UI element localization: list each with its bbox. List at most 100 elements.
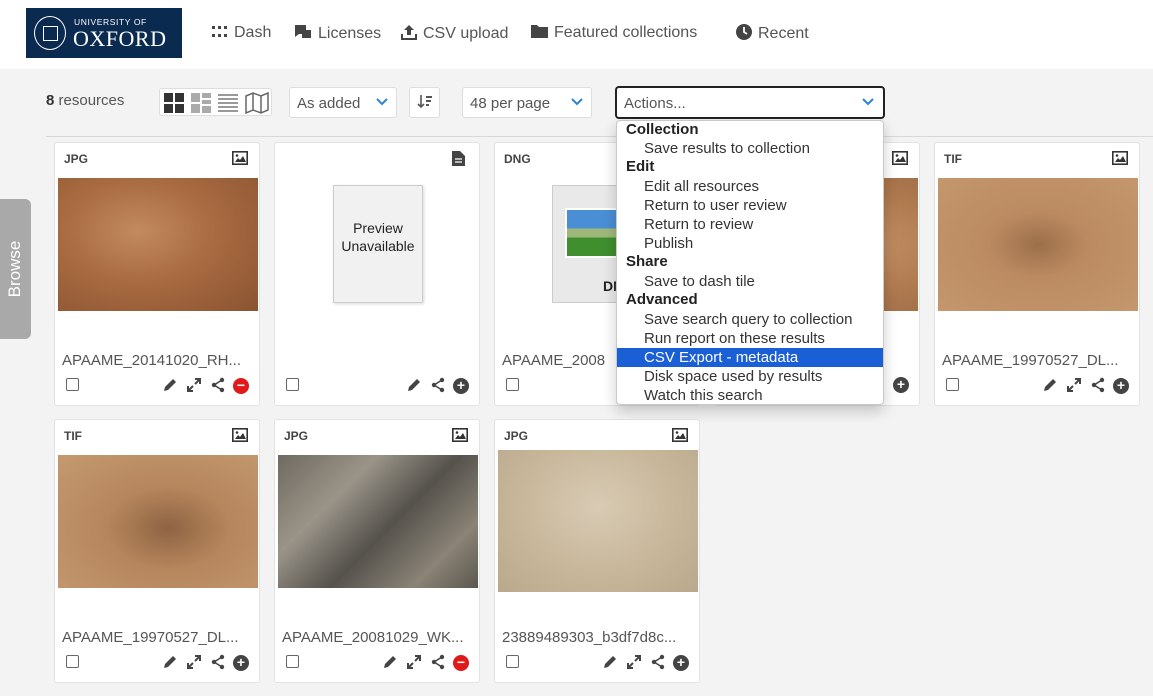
select-checkbox[interactable] — [286, 378, 299, 391]
image-icon — [232, 151, 248, 165]
resource-card[interactable]: TIF APAAME_19970527_DL... + — [54, 419, 260, 683]
menu-item-publish[interactable]: Publish — [617, 234, 883, 253]
menu-item-save-results-to-collection[interactable]: Save results to collection — [617, 139, 883, 158]
resource-card[interactable]: JPG APAAME_20141020_RH... − — [54, 142, 260, 406]
nav-featured-collections[interactable]: Featured collections — [531, 24, 697, 42]
thumbs-large-view-icon[interactable] — [163, 92, 185, 114]
add-to-collection-icon[interactable]: + — [893, 377, 909, 393]
menu-item-save-search-query[interactable]: Save search query to collection — [617, 310, 883, 329]
share-icon[interactable] — [429, 377, 446, 394]
resource-title[interactable]: APAAME_20081029_WK... — [282, 629, 474, 646]
menu-group-share: Share — [626, 253, 668, 270]
resource-thumbnail[interactable] — [58, 455, 258, 588]
thumbs-small-view-icon[interactable] — [190, 92, 212, 114]
menu-item-run-report[interactable]: Run report on these results — [617, 329, 883, 348]
image-icon — [892, 151, 908, 165]
select-checkbox[interactable] — [66, 378, 79, 391]
nav-csv-upload[interactable]: CSV upload — [401, 24, 508, 44]
resource-tools: + — [405, 377, 469, 394]
menu-item-csv-export-metadata[interactable]: CSV Export - metadata — [617, 348, 883, 367]
select-checkbox[interactable] — [66, 655, 79, 668]
menu-item-edit-all-resources[interactable]: Edit all resources — [617, 177, 883, 196]
resource-title[interactable]: APAAME_20141020_RH... — [62, 352, 254, 369]
browse-tab[interactable]: Browse — [0, 199, 31, 339]
select-checkbox[interactable] — [506, 655, 519, 668]
share-icon[interactable] — [209, 654, 226, 671]
actions-placeholder: Actions... — [624, 95, 686, 112]
file-extension: JPG — [284, 429, 309, 443]
resource-title[interactable]: APAAME_19970527_DL... — [942, 352, 1134, 369]
expand-icon[interactable] — [185, 654, 202, 671]
resource-title[interactable]: 23889489303_b3df7d8c... — [502, 629, 694, 646]
select-checkbox[interactable] — [946, 378, 959, 391]
license-icon — [294, 24, 312, 43]
menu-group-collection: Collection — [626, 121, 699, 138]
sort-direction-button[interactable] — [409, 87, 440, 118]
add-to-collection-icon[interactable]: + — [673, 654, 689, 671]
nav-dash-label: Dash — [234, 24, 272, 41]
add-to-collection-icon[interactable]: + — [233, 654, 249, 671]
add-to-collection-icon[interactable]: + — [453, 377, 469, 394]
add-to-collection-icon[interactable]: + — [1113, 377, 1129, 394]
nav-dash[interactable]: Dash — [212, 24, 271, 42]
menu-group-edit: Edit — [626, 158, 655, 175]
preview-unavailable[interactable]: Preview Unavailable — [333, 185, 423, 303]
edit-icon[interactable] — [405, 377, 422, 394]
actions-select[interactable]: Actions... — [615, 86, 885, 119]
browse-tab-label: Browse — [5, 240, 24, 298]
resource-thumbnail[interactable] — [278, 455, 478, 588]
sort-order-select[interactable]: As added — [289, 87, 397, 118]
nav-licenses[interactable]: Licenses — [294, 24, 381, 43]
list-view-icon[interactable] — [217, 92, 239, 114]
resource-card[interactable]: TIF APAAME_19970527_DL... + — [934, 142, 1140, 406]
edit-icon[interactable] — [601, 654, 618, 671]
share-icon[interactable] — [209, 377, 226, 394]
select-checkbox[interactable] — [286, 655, 299, 668]
remove-from-collection-icon[interactable]: − — [233, 377, 249, 394]
image-icon — [452, 428, 468, 442]
map-view-icon[interactable] — [245, 91, 269, 115]
toolbar-divider — [46, 136, 1153, 137]
edit-icon[interactable] — [161, 377, 178, 394]
oxford-logo[interactable]: UNIVERSITY OF OXFORD — [26, 8, 182, 58]
per-page-select[interactable]: 48 per page — [462, 87, 592, 118]
expand-icon[interactable] — [625, 654, 642, 671]
resource-title[interactable]: APAAME_19970527_DL... — [62, 629, 254, 646]
expand-icon[interactable] — [185, 377, 202, 394]
sort-direction-icon — [416, 95, 433, 112]
resource-thumbnail[interactable] — [498, 450, 698, 592]
edit-icon[interactable] — [161, 654, 178, 671]
resource-count: 8 resources — [46, 92, 124, 109]
resource-tools: − — [381, 654, 469, 671]
share-icon[interactable] — [429, 654, 446, 671]
expand-icon[interactable] — [1065, 377, 1082, 394]
resource-card[interactable]: JPG 23889489303_b3df7d8c... + — [494, 419, 700, 683]
oxford-crest-icon — [34, 16, 66, 50]
resource-card[interactable]: Preview Unavailable + — [274, 142, 480, 406]
resource-thumbnail[interactable] — [58, 178, 258, 311]
edit-icon[interactable] — [381, 654, 398, 671]
resource-tools: + — [601, 654, 689, 671]
nav-recent[interactable]: Recent — [736, 24, 809, 44]
share-icon[interactable] — [649, 654, 666, 671]
expand-icon[interactable] — [405, 654, 422, 671]
resource-card[interactable]: JPG APAAME_20081029_WK... − — [274, 419, 480, 683]
menu-item-watch-this-search[interactable]: Watch this search — [617, 386, 883, 405]
nav-csv-upload-label: CSV upload — [423, 25, 509, 42]
resource-tools: + — [161, 654, 249, 671]
select-checkbox[interactable] — [506, 378, 519, 391]
remove-from-collection-icon[interactable]: − — [453, 654, 469, 671]
grid-dots-icon — [212, 25, 228, 42]
edit-icon[interactable] — [1041, 377, 1058, 394]
logo-big-text: OXFORD — [73, 26, 167, 51]
header: UNIVERSITY OF OXFORD Dash Licenses CSV u… — [0, 0, 1153, 69]
menu-item-save-to-dash-tile[interactable]: Save to dash tile — [617, 272, 883, 291]
menu-item-return-to-review[interactable]: Return to review — [617, 215, 883, 234]
resource-count-label: resources — [54, 92, 125, 109]
share-icon[interactable] — [1089, 377, 1106, 394]
resource-thumbnail[interactable] — [938, 178, 1138, 311]
menu-item-return-to-user-review[interactable]: Return to user review — [617, 196, 883, 215]
file-extension: DNG — [504, 152, 531, 166]
document-icon — [452, 151, 468, 166]
menu-item-disk-space[interactable]: Disk space used by results — [617, 367, 883, 386]
